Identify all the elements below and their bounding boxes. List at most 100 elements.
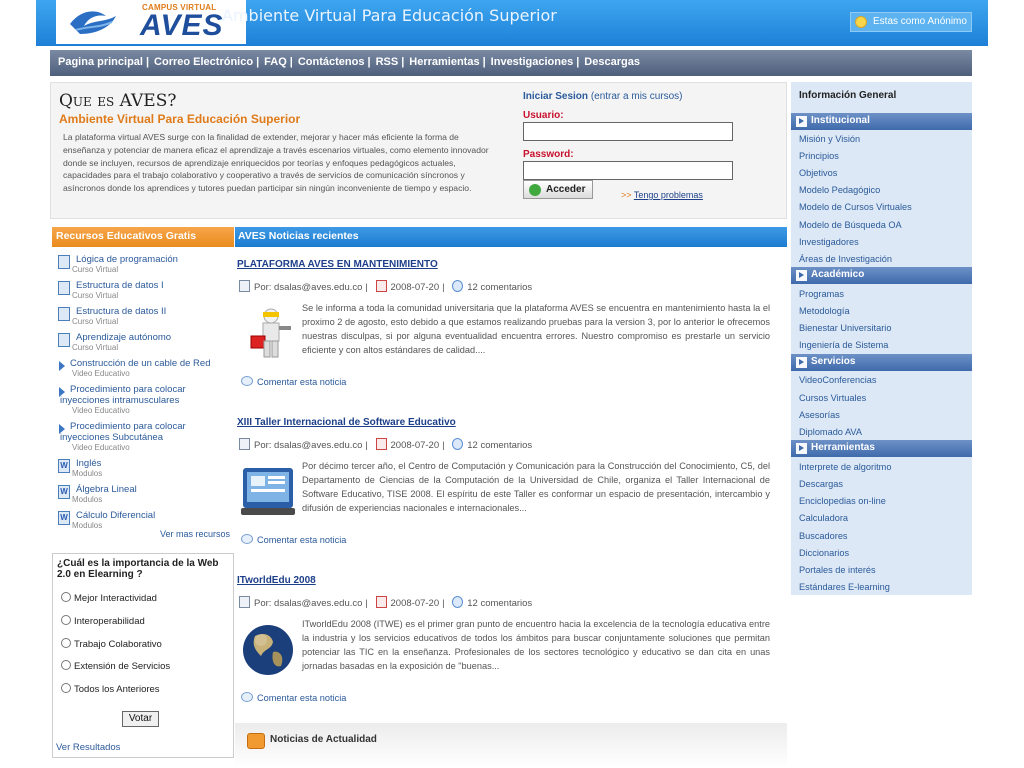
sidebar-link[interactable]: Bienestar Universitario bbox=[799, 323, 891, 333]
sidebar-link[interactable]: Diplomado AVA bbox=[799, 427, 862, 437]
resource-item[interactable]: W Inglés Modulos bbox=[52, 458, 234, 478]
sidebar-section-institucional[interactable]: Institucional bbox=[791, 113, 972, 130]
nav-research[interactable]: Investigaciones bbox=[491, 56, 574, 68]
sidebar-link[interactable]: Metodología bbox=[799, 306, 850, 316]
author-page-icon bbox=[239, 596, 250, 608]
about-title: Que es AVES? bbox=[59, 91, 177, 111]
resource-item[interactable]: W Cálculo Diferencial Modulos bbox=[52, 510, 234, 530]
news-comments-count[interactable]: 12 comentarios bbox=[467, 282, 532, 293]
more-resources-link[interactable]: Ver mas recursos bbox=[160, 529, 230, 539]
news-title[interactable]: XIII Taller Internacional de Software Ed… bbox=[237, 417, 456, 428]
sidebar-link[interactable]: Asesorías bbox=[799, 410, 840, 420]
trouble-link-text[interactable]: Tengo problemas bbox=[634, 190, 703, 200]
sidebar-link[interactable]: Programas bbox=[799, 289, 844, 299]
resource-title[interactable]: Procedimiento para colocar inyecciones S… bbox=[60, 421, 234, 443]
sidebar-link[interactable]: Descargas bbox=[799, 479, 843, 489]
sidebar-link[interactable]: Modelo de Búsqueda OA bbox=[799, 220, 902, 230]
current-news-bar[interactable]: Noticias de Actualidad bbox=[235, 723, 787, 768]
view-results-link[interactable]: Ver Resultados bbox=[56, 742, 120, 753]
resource-item[interactable]: Aprendizaje autónomo Curso Virtual bbox=[52, 332, 234, 352]
resource-title[interactable]: Inglés bbox=[76, 458, 234, 469]
nav-contact[interactable]: Contáctenos bbox=[298, 56, 365, 68]
news-date: 2008-07-20 bbox=[390, 282, 440, 293]
resource-item[interactable]: Estructura de datos I Curso Virtual bbox=[52, 280, 234, 300]
login-button[interactable]: Acceder bbox=[523, 180, 593, 199]
sidebar-link[interactable]: Enciclopedias on-line bbox=[799, 496, 886, 506]
sidebar-link[interactable]: Estándares E-learning bbox=[799, 582, 890, 592]
resource-item[interactable]: Procedimiento para colocar inyecciones S… bbox=[52, 421, 234, 452]
sidebar-link[interactable]: Investigadores bbox=[799, 237, 859, 247]
sidebar-section-herramientas[interactable]: Herramientas bbox=[791, 440, 972, 457]
nav-email[interactable]: Correo Electrónico bbox=[154, 56, 253, 68]
comment-news-link[interactable]: Comentar esta noticia bbox=[241, 692, 346, 703]
sidebar-link[interactable]: Misión y Visión bbox=[799, 134, 860, 144]
resource-title[interactable]: Procedimiento para colocar inyecciones i… bbox=[60, 384, 234, 406]
sidebar-link[interactable]: Diccionarios bbox=[799, 548, 849, 558]
resource-type: Modulos bbox=[72, 495, 103, 504]
nav-rss[interactable]: RSS bbox=[376, 56, 399, 68]
sidebar-link[interactable]: Modelo de Cursos Virtuales bbox=[799, 202, 912, 212]
resource-title[interactable]: Estructura de datos I bbox=[76, 280, 234, 291]
username-input[interactable] bbox=[523, 122, 733, 141]
trouble-link[interactable]: >> Tengo problemas bbox=[621, 190, 703, 200]
resource-item[interactable]: Procedimiento para colocar inyecciones i… bbox=[52, 384, 234, 415]
sidebar-link[interactable]: Calculadora bbox=[799, 513, 848, 523]
resource-title[interactable]: Aprendizaje autónomo bbox=[76, 332, 234, 343]
sidebar-link[interactable]: Interprete de algoritmo bbox=[799, 462, 891, 472]
sidebar-link[interactable]: Portales de interés bbox=[799, 565, 876, 575]
radio-button[interactable] bbox=[61, 615, 71, 625]
radio-button[interactable] bbox=[61, 638, 71, 648]
resource-item[interactable]: Lógica de programación Curso Virtual bbox=[52, 254, 234, 274]
nav-downloads[interactable]: Descargas bbox=[584, 56, 640, 68]
logo[interactable]: CAMPUS VIRTUAL AVES bbox=[56, 0, 246, 44]
password-input[interactable] bbox=[523, 161, 733, 180]
resource-title[interactable]: Lógica de programación bbox=[76, 254, 234, 265]
news-item: ITworldEdu 2008 Por: dsalas@aves.edu.co |… bbox=[235, 574, 787, 703]
poll-option[interactable]: Mejor Interactividad bbox=[61, 592, 157, 604]
news-author: Por: dsalas@aves.edu.co bbox=[254, 282, 363, 293]
user-status-text: Estas como Anónimo bbox=[873, 16, 967, 27]
poll-option[interactable]: Trabajo Colaborativo bbox=[61, 638, 162, 650]
sidebar-section-servicios[interactable]: Servicios bbox=[791, 354, 972, 371]
comment-news-label[interactable]: Comentar esta noticia bbox=[257, 377, 346, 387]
sidebar-link[interactable]: Áreas de Investigación bbox=[799, 254, 892, 264]
news-title[interactable]: PLATAFORMA AVES EN MANTENIMIENTO bbox=[237, 259, 438, 270]
sidebar-link[interactable]: VideoConferencias bbox=[799, 375, 876, 385]
sidebar-section-academico[interactable]: Académico bbox=[791, 267, 972, 284]
resource-title[interactable]: Construcción de un cable de Red bbox=[70, 358, 234, 369]
comment-news-link[interactable]: Comentar esta noticia bbox=[241, 376, 346, 387]
poll-option[interactable]: Extensión de Servicios bbox=[61, 660, 170, 672]
nav-faq[interactable]: FAQ bbox=[264, 56, 287, 68]
comment-news-label[interactable]: Comentar esta noticia bbox=[257, 693, 346, 703]
news-comments-count[interactable]: 12 comentarios bbox=[467, 440, 532, 451]
vote-button[interactable]: Votar bbox=[122, 711, 159, 727]
user-status-badge[interactable]: Estas como Anónimo bbox=[850, 12, 972, 32]
comment-news-link[interactable]: Comentar esta noticia bbox=[241, 534, 346, 545]
resource-title[interactable]: Cálculo Diferencial bbox=[76, 510, 234, 521]
news-comments-count[interactable]: 12 comentarios bbox=[467, 598, 532, 609]
poll-option[interactable]: Todos los Anteriores bbox=[61, 683, 160, 695]
radio-button[interactable] bbox=[61, 592, 71, 602]
sidebar-link[interactable]: Cursos Virtuales bbox=[799, 393, 866, 403]
sidebar-link[interactable]: Ingeniería de Sistema bbox=[799, 340, 888, 350]
radio-button[interactable] bbox=[61, 683, 71, 693]
resource-item[interactable]: Estructura de datos II Curso Virtual bbox=[52, 306, 234, 326]
poll-panel: ¿Cuál es la importancia de la Web 2.0 en… bbox=[52, 553, 234, 758]
resource-item[interactable]: W Álgebra Lineal Modulos bbox=[52, 484, 234, 504]
nav-tools[interactable]: Herramientas bbox=[409, 56, 479, 68]
sidebar-link[interactable]: Objetivos bbox=[799, 168, 837, 178]
about-subtitle: Ambiente Virtual Para Educación Superior bbox=[59, 112, 301, 126]
nav-home[interactable]: Pagina principal bbox=[58, 56, 143, 68]
news-title[interactable]: ITworldEdu 2008 bbox=[237, 575, 316, 586]
sidebar-link[interactable]: Modelo Pedagógico bbox=[799, 185, 880, 195]
current-news-label[interactable]: Noticias de Actualidad bbox=[270, 734, 377, 745]
poll-option[interactable]: Interoperabilidad bbox=[61, 615, 145, 627]
resource-title[interactable]: Estructura de datos II bbox=[76, 306, 234, 317]
resource-title[interactable]: Álgebra Lineal bbox=[76, 484, 234, 495]
comment-news-label[interactable]: Comentar esta noticia bbox=[257, 535, 346, 545]
radio-button[interactable] bbox=[61, 660, 71, 670]
resource-item[interactable]: Construcción de un cable de Red Video Ed… bbox=[52, 358, 234, 378]
sidebar-link[interactable]: Principios bbox=[799, 151, 839, 161]
main-navigation: Pagina principal | Correo Electrónico | FAQ |… bbox=[50, 50, 972, 76]
sidebar-link[interactable]: Buscadores bbox=[799, 531, 848, 541]
